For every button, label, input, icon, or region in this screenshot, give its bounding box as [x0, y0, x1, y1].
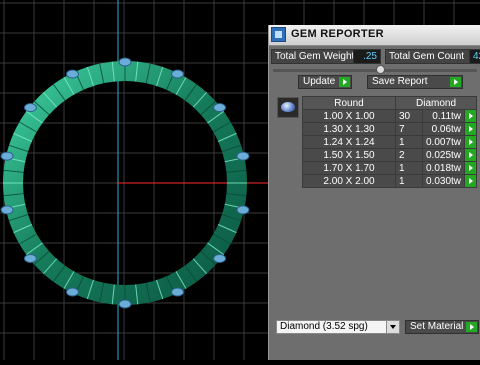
gem-stone [66, 287, 80, 297]
play-arrow-icon [466, 322, 477, 332]
table-row[interactable]: 2.00 X 2.00 1 0.030tw [302, 174, 478, 188]
gem-size: 1.00 X 1.00 [302, 109, 396, 123]
gem-table: Round Diamond 1.00 X 1.00 30 0.11tw 1.30… [302, 96, 478, 188]
save-report-label: Save Report [372, 76, 428, 87]
panel-titlebar[interactable]: GEM REPORTER [269, 25, 480, 46]
gem-stone [170, 69, 184, 79]
gem-size: 1.70 X 1.70 [302, 161, 396, 175]
gem-weight: 0.018tw [421, 161, 466, 175]
gem-stone [213, 253, 227, 263]
panel-slider-knob[interactable] [376, 65, 385, 74]
gem-stone [236, 151, 250, 161]
update-label: Update [303, 76, 336, 87]
gem-stone [236, 205, 250, 215]
table-row[interactable]: 1.30 X 1.30 7 0.06tw [302, 122, 478, 136]
gem-weight: 0.030tw [421, 174, 466, 188]
gem-size: 1.30 X 1.30 [302, 122, 396, 136]
set-material-label: Set Material [410, 321, 464, 332]
chevron-down-icon [386, 321, 399, 333]
total-weight-value: .25 [353, 49, 381, 64]
table-row[interactable]: 1.50 X 1.50 2 0.025tw [302, 148, 478, 162]
row-select-arrow-icon[interactable] [464, 135, 478, 149]
row-select-arrow-icon[interactable] [464, 109, 478, 123]
gem-reporter-panel: GEM REPORTER Total Gem Weight .25 Total … [268, 25, 480, 360]
gem-stone [23, 103, 37, 113]
table-row[interactable]: 1.24 X 1.24 1 0.007tw [302, 135, 478, 149]
material-select[interactable]: Diamond (3.52 spg) [276, 320, 400, 334]
gem-size: 1.50 X 1.50 [302, 148, 396, 162]
row-select-arrow-icon[interactable] [464, 174, 478, 188]
total-count-value: 42 [469, 49, 480, 64]
panel-slider-track [273, 69, 477, 72]
table-row[interactable]: 1.00 X 1.00 30 0.11tw [302, 109, 478, 123]
gem-weight: 0.025tw [421, 148, 466, 162]
gem-weight: 0.007tw [421, 135, 466, 149]
gem-size: 2.00 X 2.00 [302, 174, 396, 188]
total-count-label: Total Gem Count [385, 49, 480, 64]
gem-count: 2 [395, 148, 423, 162]
gem-count: 7 [395, 122, 423, 136]
gem-weight: 0.11tw [421, 109, 466, 123]
gem-count: 1 [395, 161, 423, 175]
gem-stone [118, 57, 132, 67]
gem-stone [213, 103, 227, 113]
play-arrow-icon [450, 77, 461, 87]
table-row[interactable]: 1.70 X 1.70 1 0.018tw [302, 161, 478, 175]
gem-stone [170, 287, 184, 297]
row-select-arrow-icon[interactable] [464, 148, 478, 162]
gem-count: 1 [395, 174, 423, 188]
header-round: Round [302, 96, 396, 110]
gem-count: 1 [395, 135, 423, 149]
gem-weight: 0.06tw [421, 122, 466, 136]
round-gem-icon[interactable] [277, 97, 299, 118]
material-select-value: Diamond (3.52 spg) [280, 321, 368, 332]
gem-count: 30 [395, 109, 423, 123]
gem-stone [118, 299, 132, 309]
update-button[interactable]: Update [298, 75, 352, 89]
gem-stone [0, 151, 14, 161]
gem-stone [23, 253, 37, 263]
header-diamond: Diamond [394, 96, 478, 110]
play-arrow-icon [339, 77, 350, 87]
save-report-button[interactable]: Save Report [367, 75, 463, 89]
gem-stone [66, 69, 80, 79]
gem-stone [0, 205, 14, 215]
row-select-arrow-icon[interactable] [464, 122, 478, 136]
gem-size: 1.24 X 1.24 [302, 135, 396, 149]
panel-title: GEM REPORTER [291, 28, 384, 40]
set-material-button[interactable]: Set Material [405, 320, 479, 334]
row-select-arrow-icon[interactable] [464, 161, 478, 175]
gem-reporter-icon [271, 27, 286, 42]
